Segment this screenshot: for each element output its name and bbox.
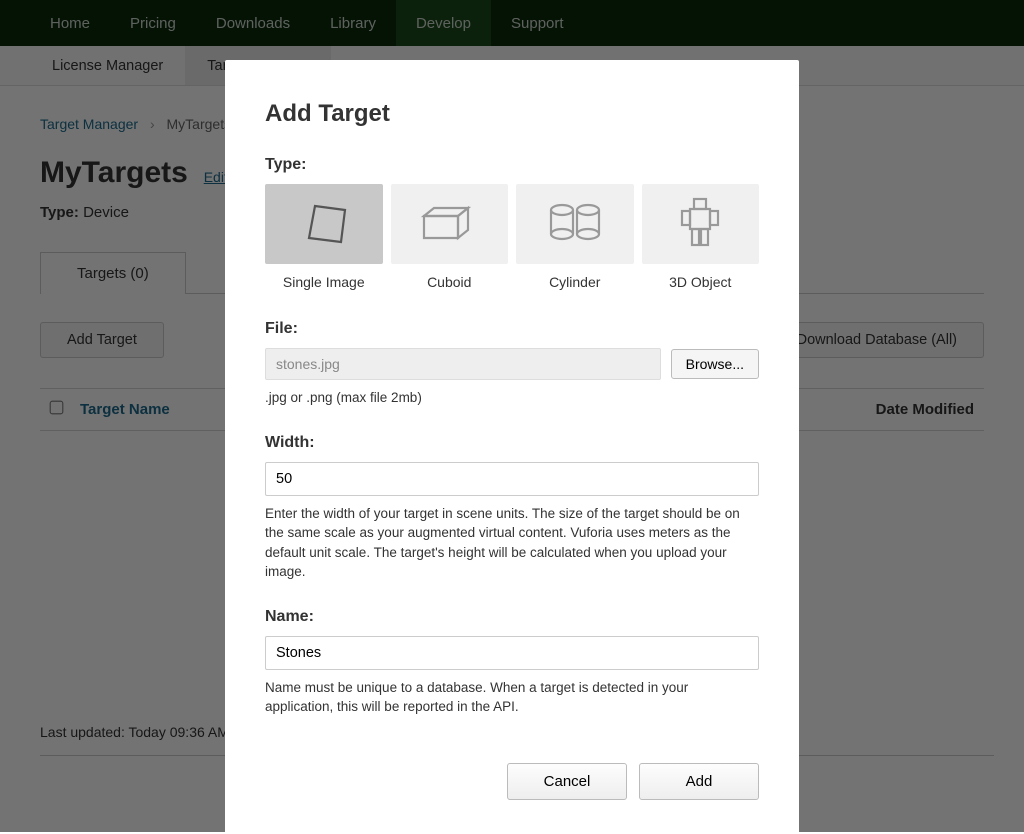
cylinder-icon: [544, 200, 606, 249]
modal-actions: Cancel Add: [265, 763, 759, 800]
type-option-3d-object[interactable]: 3D Object: [642, 184, 760, 290]
add-target-modal: Add Target Type: Single Image Cuboid Cyl…: [225, 60, 799, 834]
width-help-text: Enter the width of your target in scene …: [265, 504, 759, 582]
name-label: Name:: [265, 608, 759, 626]
add-button[interactable]: Add: [639, 763, 759, 800]
type-option-label: Cylinder: [516, 274, 634, 290]
3d-object-icon: [680, 195, 720, 254]
single-image-icon: [297, 200, 351, 249]
cancel-button[interactable]: Cancel: [507, 763, 627, 800]
type-option-label: Cuboid: [391, 274, 509, 290]
type-option-label: Single Image: [265, 274, 383, 290]
file-help-text: .jpg or .png (max file 2mb): [265, 388, 759, 408]
browse-button[interactable]: Browse...: [671, 349, 759, 379]
type-option-cuboid[interactable]: Cuboid: [391, 184, 509, 290]
file-name-display: stones.jpg: [265, 348, 661, 380]
type-option-single-image[interactable]: Single Image: [265, 184, 383, 290]
type-grid: Single Image Cuboid Cylinder: [265, 184, 759, 290]
name-input[interactable]: [265, 636, 759, 670]
name-help-text: Name must be unique to a database. When …: [265, 678, 759, 717]
cuboid-icon: [418, 202, 480, 247]
type-section-label: Type:: [265, 156, 759, 174]
type-option-cylinder[interactable]: Cylinder: [516, 184, 634, 290]
file-label: File:: [265, 320, 759, 338]
type-option-label: 3D Object: [642, 274, 760, 290]
width-input[interactable]: [265, 462, 759, 496]
width-label: Width:: [265, 434, 759, 452]
modal-title: Add Target: [265, 100, 759, 128]
